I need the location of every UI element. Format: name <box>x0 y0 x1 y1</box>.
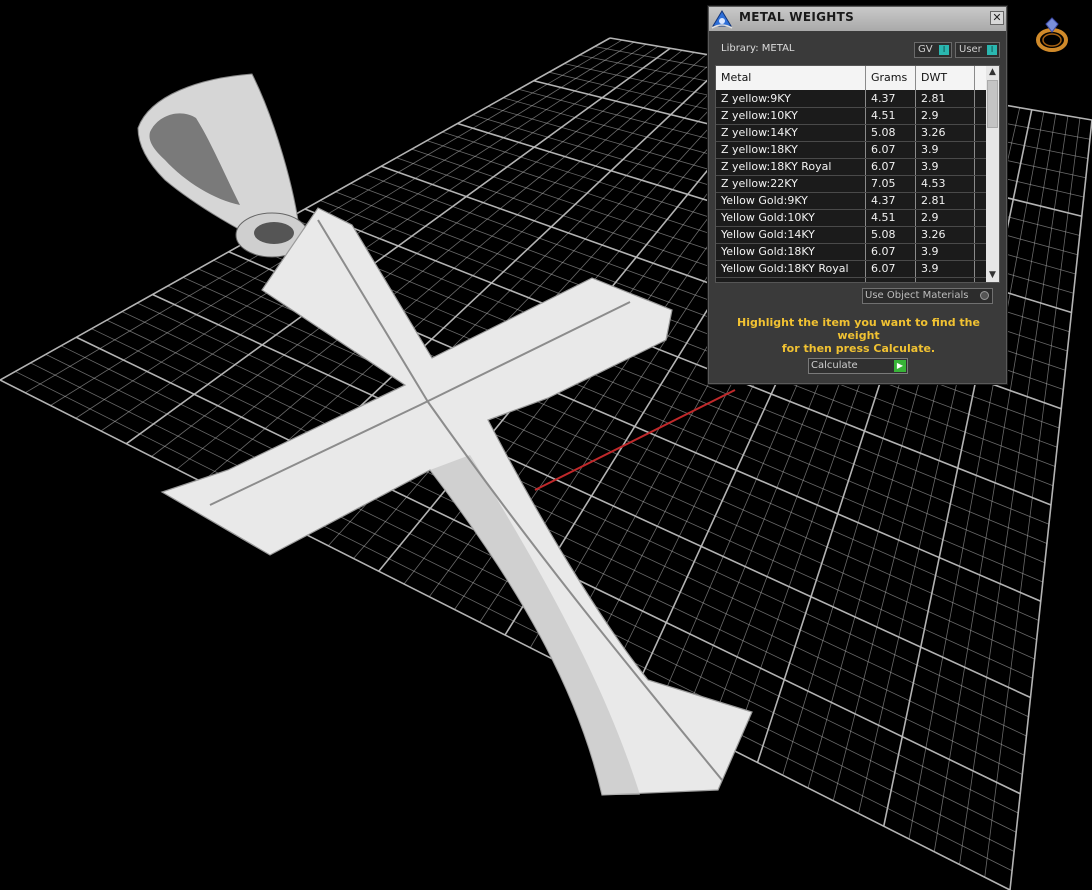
cell-metal: Z yellow:14KY <box>721 126 798 139</box>
scrollbar-thumb[interactable] <box>987 80 998 128</box>
cell-dwt: 3.26 <box>921 126 946 139</box>
cell-grams: 5.08 <box>871 126 896 139</box>
use-object-materials-toggle[interactable]: Use Object Materials <box>862 288 993 304</box>
table-row[interactable]: Yellow Gold:18KY 6.07 3.9 <box>716 244 987 261</box>
cell-grams: 6.07 <box>871 262 896 275</box>
gv-toggle-button[interactable]: GV I <box>914 42 952 58</box>
table-row[interactable]: Z yellow:22KY 7.05 4.53 <box>716 176 987 193</box>
metal-weights-panel: METAL WEIGHTS ✕ Library: METAL GV I User… <box>708 6 1007 384</box>
gv-toggle-label: GV <box>918 44 933 55</box>
table-row[interactable]: Z yellow:18KY 6.07 3.9 <box>716 142 987 159</box>
column-header-metal[interactable]: Metal <box>721 71 751 84</box>
cell-metal: Yellow Gold:10KY <box>721 211 815 224</box>
close-icon[interactable]: ✕ <box>990 11 1004 25</box>
cell-grams: 4.51 <box>871 109 896 122</box>
column-header-grams[interactable]: Grams <box>871 71 907 84</box>
scroll-up-icon[interactable]: ▲ <box>986 66 999 79</box>
table-body: Z yellow:9KY 4.37 2.81 Z yellow:10KY 4.51 2.9… <box>716 91 987 278</box>
cell-grams: 6.07 <box>871 143 896 156</box>
jump-ring-hole <box>254 222 294 244</box>
column-header-dwt[interactable]: DWT <box>921 71 947 84</box>
metal-weights-table[interactable]: Metal Grams DWT Z yellow:9KY 4.37 2.81 Z ye… <box>715 65 1000 283</box>
table-row[interactable]: Yellow Gold:14KY 5.08 3.26 <box>716 227 987 244</box>
table-row[interactable]: Yellow Gold:18KY Royal 6.07 3.9 <box>716 261 987 278</box>
toggle-knob-icon: I <box>939 45 949 55</box>
cell-dwt: 3.9 <box>921 245 939 258</box>
table-row[interactable]: Z yellow:18KY Royal 6.07 3.9 <box>716 159 987 176</box>
cell-metal: Z yellow:9KY <box>721 92 791 105</box>
instruction-line-1: Highlight the item you want to find the … <box>737 316 980 342</box>
cell-dwt: 3.9 <box>921 143 939 156</box>
cell-dwt: 2.81 <box>921 194 946 207</box>
table-row[interactable]: Yellow Gold:9KY 4.37 2.81 <box>716 193 987 210</box>
grid-line <box>30 362 1015 852</box>
cell-grams: 4.37 <box>871 92 896 105</box>
cell-dwt: 4.53 <box>921 177 946 190</box>
calculate-label: Calculate <box>811 360 858 371</box>
user-toggle-label: User <box>959 44 982 55</box>
calculate-button[interactable]: Calculate ▶ <box>808 358 908 374</box>
cell-metal: Yellow Gold:14KY <box>721 228 815 241</box>
cell-metal: Yellow Gold:18KY Royal <box>721 262 849 275</box>
cell-metal: Z yellow:10KY <box>721 109 798 122</box>
toggle-knob-icon: I <box>987 45 997 55</box>
cell-grams: 4.51 <box>871 211 896 224</box>
cell-grams: 4.37 <box>871 194 896 207</box>
cell-metal: Z yellow:18KY <box>721 143 798 156</box>
cell-dwt: 2.9 <box>921 211 939 224</box>
play-arrow-icon: ▶ <box>894 360 906 372</box>
panel-titlebar[interactable]: METAL WEIGHTS ✕ <box>709 7 1006 31</box>
rhino-jewel-icon <box>710 8 734 32</box>
table-row[interactable]: Z yellow:9KY 4.37 2.81 <box>716 91 987 108</box>
library-label: Library: METAL <box>721 43 795 54</box>
cell-dwt: 3.26 <box>921 228 946 241</box>
cell-dwt: 2.81 <box>921 92 946 105</box>
cell-grams: 6.07 <box>871 160 896 173</box>
cell-grams: 7.05 <box>871 177 896 190</box>
cell-metal: Z yellow:22KY <box>721 177 798 190</box>
cell-metal: Z yellow:18KY Royal <box>721 160 832 173</box>
table-row[interactable]: Yellow Gold:10KY 4.51 2.9 <box>716 210 987 227</box>
cell-dwt: 3.9 <box>921 262 939 275</box>
instruction-line-2: for then press Calculate. <box>781 342 936 355</box>
radio-indicator-icon <box>980 291 989 300</box>
table-row[interactable]: Z yellow:10KY 4.51 2.9 <box>716 108 987 125</box>
cell-dwt: 2.9 <box>921 109 939 122</box>
cell-grams: 5.08 <box>871 228 896 241</box>
instruction-text: Highlight the item you want to find the … <box>719 316 998 355</box>
panel-title: METAL WEIGHTS <box>739 10 855 24</box>
scroll-down-icon[interactable]: ▼ <box>986 269 999 282</box>
use-object-materials-label: Use Object Materials <box>865 290 969 301</box>
cell-grams: 6.07 <box>871 245 896 258</box>
ring-logo-icon[interactable] <box>1030 12 1074 56</box>
cell-dwt: 3.9 <box>921 160 939 173</box>
cell-metal: Yellow Gold:18KY <box>721 245 815 258</box>
table-scrollbar[interactable]: ▲ ▼ <box>986 66 999 282</box>
cell-metal: Yellow Gold:9KY <box>721 194 808 207</box>
table-header: Metal Grams DWT <box>716 66 987 90</box>
table-row[interactable]: Z yellow:14KY 5.08 3.26 <box>716 125 987 142</box>
user-toggle-button[interactable]: User I <box>955 42 1000 58</box>
